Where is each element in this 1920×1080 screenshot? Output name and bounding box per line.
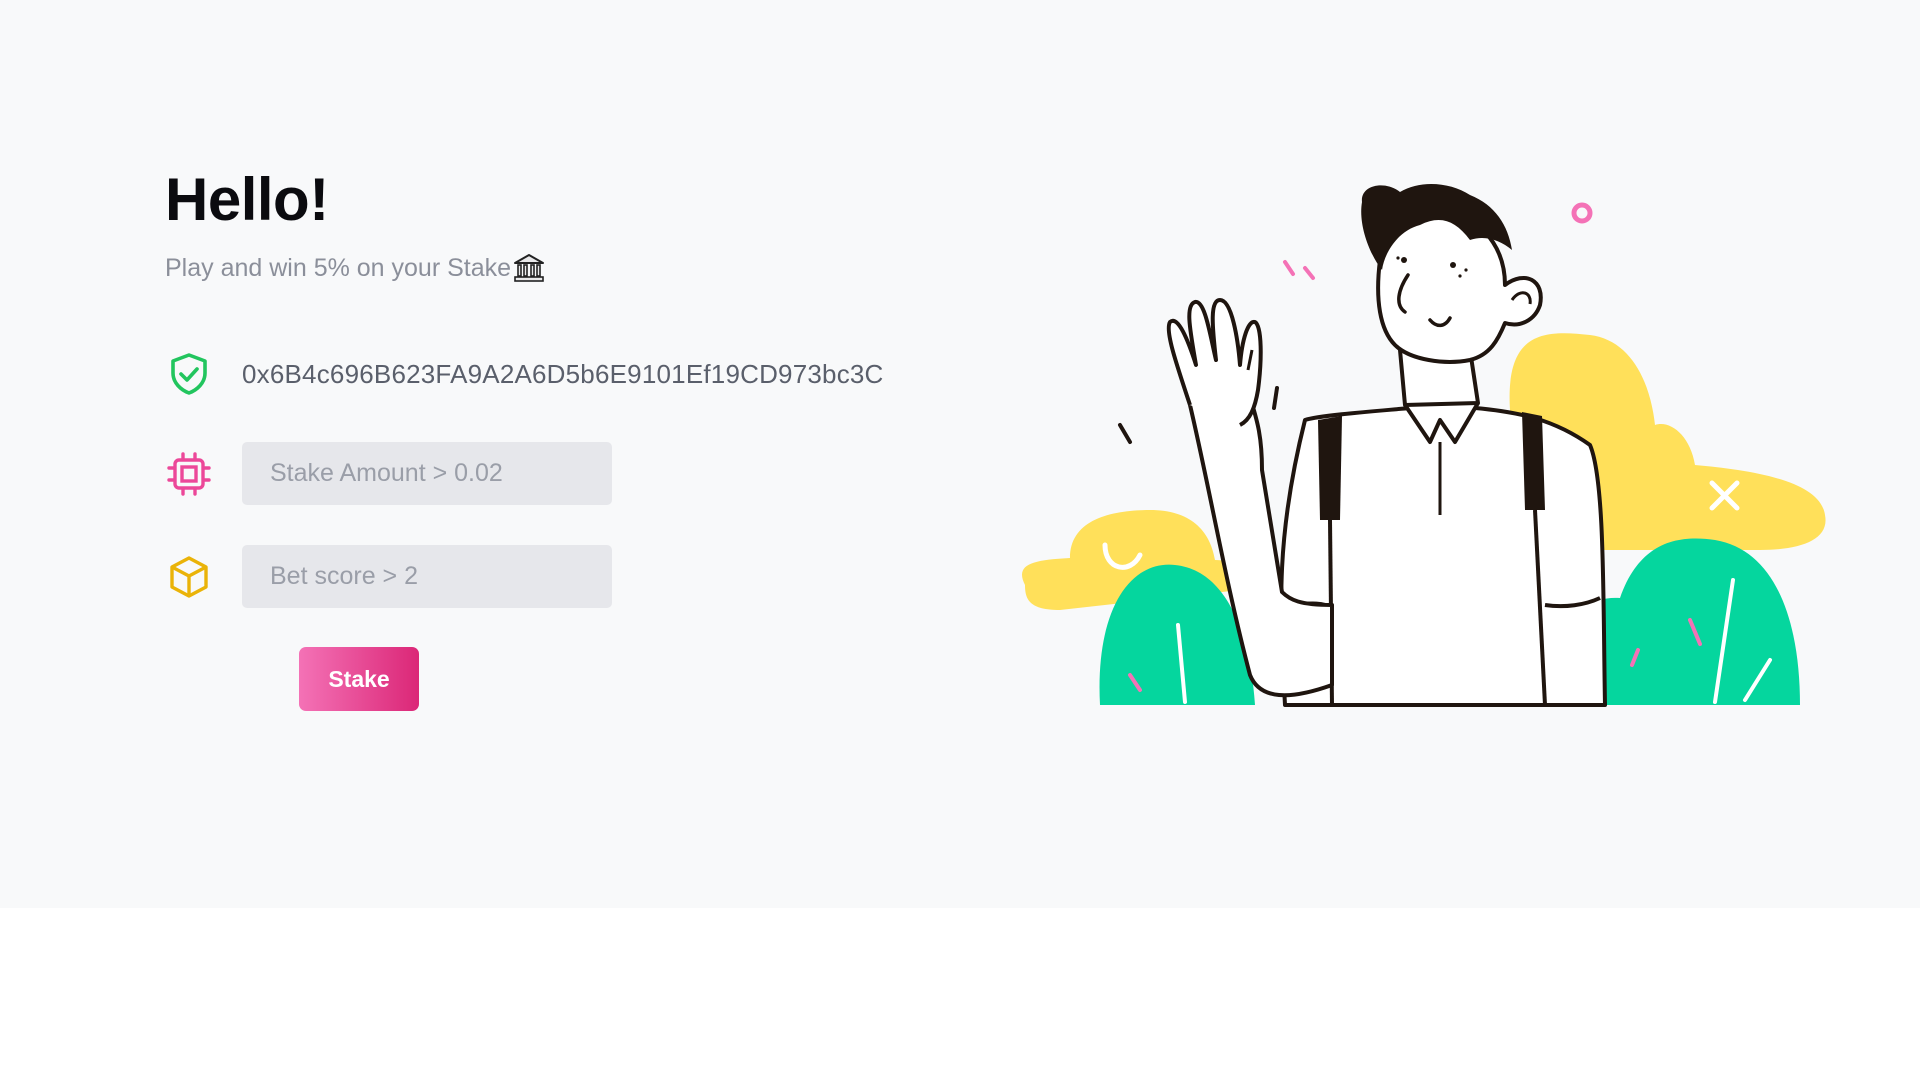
subtitle-text: Play and win 5% on your Stake <box>165 254 512 282</box>
stake-panel: Hello! Play and win 5% on your Stake 0x6… <box>165 160 965 711</box>
hand <box>1166 298 1263 427</box>
waving-man-illustration <box>1000 180 1840 720</box>
page-subtitle: Play and win 5% on your Stake <box>165 250 965 286</box>
page-title: Hello! <box>165 166 329 233</box>
wallet-row: 0x6B4c696B623FA9A2A6D5b6E9101Ef19CD973bc… <box>165 350 884 398</box>
bet-score-row <box>165 545 612 608</box>
bet-score-input[interactable] <box>242 545 612 608</box>
bank-icon <box>513 252 545 284</box>
stake-button[interactable]: Stake <box>299 647 419 711</box>
stake-amount-row <box>165 442 612 505</box>
cube-icon <box>165 553 213 601</box>
chip-icon <box>165 450 213 498</box>
wallet-address: 0x6B4c696B623FA9A2A6D5b6E9101Ef19CD973bc… <box>242 358 884 389</box>
shield-check-icon <box>165 350 213 398</box>
stake-amount-input[interactable] <box>242 442 612 505</box>
page-background: Hello! Play and win 5% on your Stake 0x6… <box>0 0 1920 908</box>
